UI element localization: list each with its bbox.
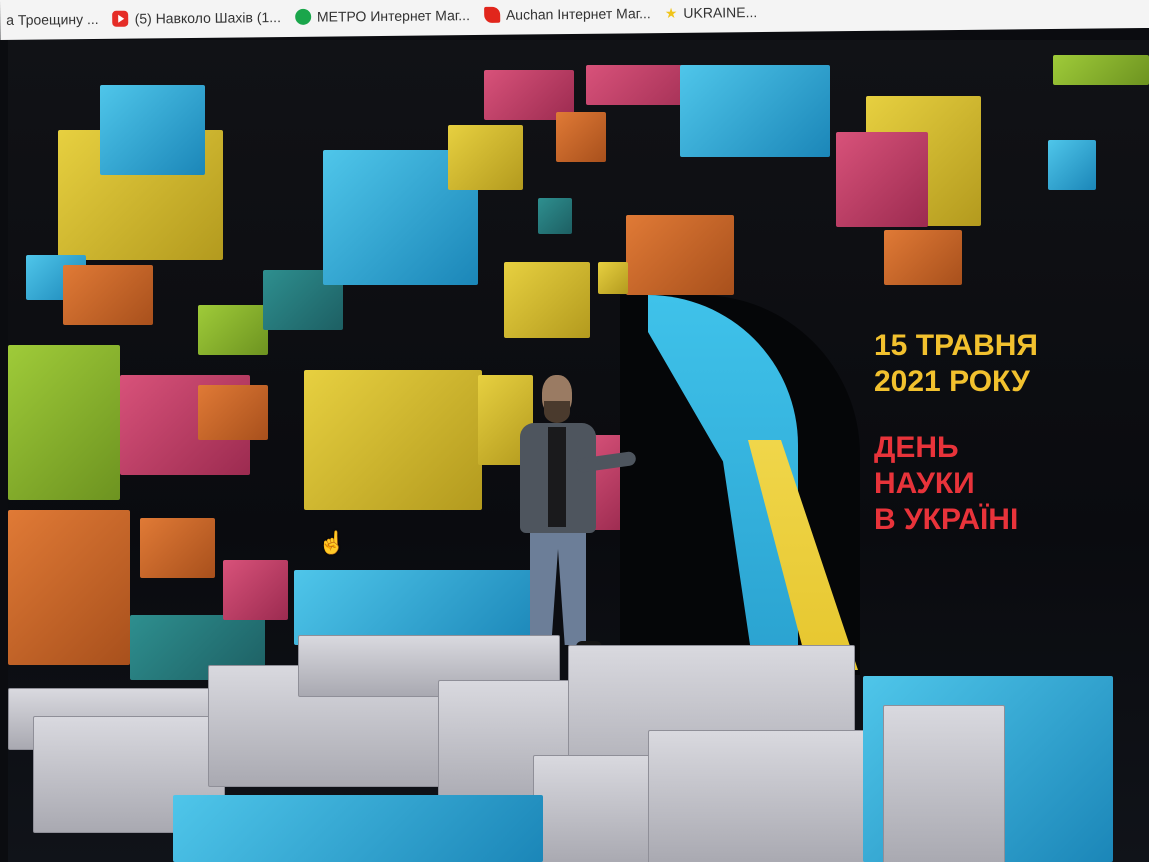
metro-icon [294, 8, 311, 25]
presenter [506, 375, 637, 675]
event-announcement: 15 ТРАВНЯ 2021 РОКУ ДЕНЬ НАУКИ В УКРАЇНІ [874, 328, 1124, 538]
floor-cube [883, 705, 1005, 862]
cube [1053, 55, 1149, 85]
cube [100, 85, 205, 175]
cube [680, 65, 830, 157]
presenter-shirt [548, 427, 566, 527]
presenter-legs [530, 525, 586, 645]
cube [836, 132, 928, 227]
bookmark-metro[interactable]: МЕТРО Интернет Маг... [294, 7, 471, 25]
bookmark-label: (5) Навколо Шахів (1... [134, 9, 281, 27]
cube [173, 795, 543, 862]
cube [304, 370, 482, 510]
presenter-beard [544, 401, 570, 423]
bookmark-label: Auchan Інтернет Маг... [505, 5, 651, 23]
auchan-icon [483, 6, 501, 23]
cube [884, 230, 962, 285]
floor-cube [648, 730, 890, 862]
cube [223, 560, 288, 620]
bookmark-label: UKRAINE... [683, 4, 758, 21]
cube [556, 112, 606, 162]
bookmarks-bar: а Троещину ... (5) Навколо Шахів (1... М… [0, 0, 1149, 40]
event-title-line2: НАУКИ [874, 467, 975, 500]
bookmark-ukraine[interactable]: ★ UKRAINE... [665, 4, 758, 22]
event-title-line3: В УКРАЇНІ [874, 503, 1019, 536]
bookmark-label: МЕТРО Интернет Маг... [316, 7, 471, 25]
cube [198, 305, 268, 355]
bookmark-label: а Троещину ... [6, 10, 99, 28]
bookmark-auchan[interactable]: Auchan Інтернет Маг... [483, 5, 651, 23]
event-date-line2: 2021 РОКУ [874, 365, 1030, 398]
cube [626, 215, 734, 295]
cube [1048, 140, 1096, 190]
cube [8, 345, 120, 500]
cube [448, 125, 523, 190]
cube [538, 198, 572, 234]
cube [8, 510, 130, 665]
cube [198, 385, 268, 440]
youtube-icon [112, 10, 129, 27]
bookmark-navkolo-shakhiv[interactable]: (5) Навколо Шахів (1... [112, 9, 281, 27]
star-icon: ★ [664, 4, 678, 21]
video-player[interactable]: 15 ТРАВНЯ 2021 РОКУ ДЕНЬ НАУКИ В УКРАЇНІ… [8, 40, 1149, 862]
cube [598, 262, 628, 294]
event-date-line1: 15 ТРАВНЯ [874, 329, 1038, 362]
bookmark-troeshchyna[interactable]: а Троещину ... [6, 11, 99, 28]
cube [140, 518, 215, 578]
cube [294, 570, 539, 645]
hand-cursor-icon: ☝ [318, 530, 346, 555]
event-title-line1: ДЕНЬ [874, 431, 959, 464]
cube [504, 262, 590, 338]
cube [63, 265, 153, 325]
